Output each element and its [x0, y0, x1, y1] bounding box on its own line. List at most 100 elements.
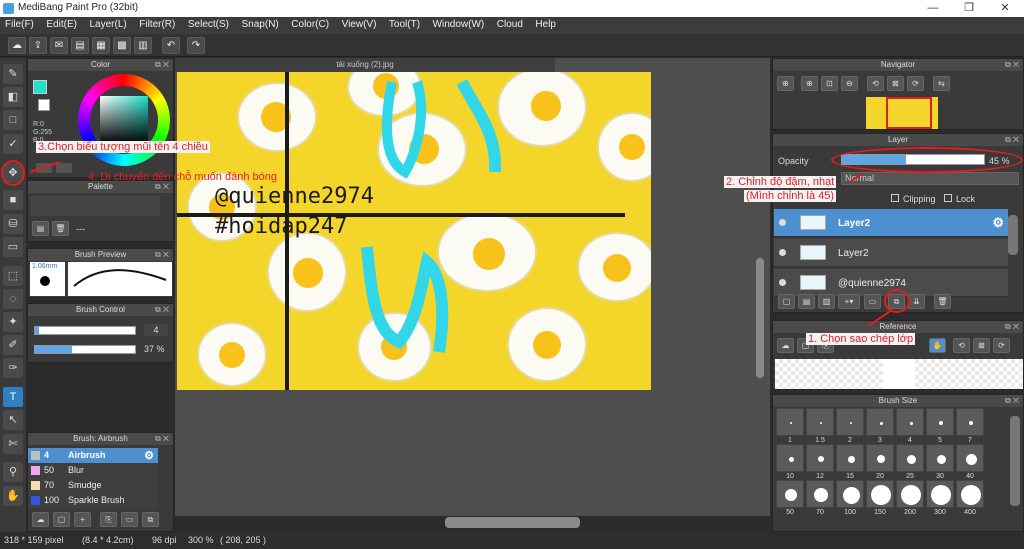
horizontal-scrollbar[interactable] — [445, 517, 580, 528]
document-image[interactable]: @quienne2974 #hoidap247 — [177, 72, 651, 390]
brush-size-cell[interactable] — [926, 444, 954, 472]
new-folder-icon[interactable]: ▭ — [864, 294, 881, 309]
brush-size-cell[interactable] — [836, 444, 864, 472]
zoom-reset-icon[interactable]: ⊡ — [821, 76, 838, 91]
menu-snap[interactable]: Snap(N) — [237, 17, 284, 32]
brush-size-cell[interactable] — [896, 480, 924, 508]
menu-help[interactable]: Help — [530, 17, 561, 32]
delete-layer-icon[interactable]: 🗑 — [934, 294, 951, 309]
clipping-checkbox[interactable] — [891, 194, 899, 202]
vertical-scrollbar[interactable] — [756, 258, 764, 378]
blend-mode-select[interactable]: Normal — [841, 172, 1019, 185]
brush-add-icon[interactable]: + — [74, 512, 91, 527]
text-tool-icon[interactable]: T — [3, 387, 23, 407]
brush-row[interactable]: 100 Sparkle Brush — [28, 493, 158, 508]
reference-rotate-right-icon[interactable]: ⟳ — [993, 338, 1010, 353]
cloud-icon[interactable]: ☁ — [8, 37, 26, 54]
menu-file[interactable]: File(F) — [0, 17, 39, 32]
menu-filter[interactable]: Filter(R) — [134, 17, 180, 32]
eyedropper-icon[interactable]: ⚲ — [3, 462, 23, 482]
zoom-out-icon[interactable]: ⊖ — [841, 76, 858, 91]
rotate-left-icon[interactable]: ⟲ — [867, 76, 884, 91]
brush-tool-icon[interactable]: ✎ — [3, 64, 23, 84]
brush-opacity-slider[interactable] — [34, 345, 136, 354]
zoom-in-icon[interactable]: ⊕ — [801, 76, 818, 91]
lasso-tool-icon[interactable]: ◌ — [3, 289, 23, 309]
upload-icon[interactable]: ⇪ — [29, 37, 47, 54]
eye-icon[interactable] — [779, 279, 786, 286]
color-swap-button[interactable] — [56, 163, 72, 173]
hand-tool-icon[interactable]: ✋ — [3, 486, 23, 506]
brush-size-cell[interactable] — [956, 444, 984, 472]
minimize-button[interactable]: — — [918, 1, 948, 16]
divide-tool-icon[interactable]: ✄ — [3, 434, 23, 454]
document-icon[interactable]: ▦ — [92, 37, 110, 54]
page-icon[interactable]: ▤ — [71, 37, 89, 54]
menu-layer[interactable]: Layer(L) — [84, 17, 131, 32]
dot-tool-icon[interactable]: ✓ — [3, 134, 23, 154]
layout-icon[interactable]: ▥ — [134, 37, 152, 54]
grid-icon[interactable]: ▩ — [113, 37, 131, 54]
brush-row[interactable]: 70 Smudge — [28, 478, 158, 493]
add-layer-menu-icon[interactable]: +▾ — [838, 294, 860, 309]
select-tool-icon[interactable]: ⬚ — [3, 266, 23, 286]
menu-window[interactable]: Window(W) — [428, 17, 490, 32]
reference-rotate-icon[interactable]: ⟲ — [953, 338, 970, 353]
gradient-tool-icon[interactable]: ▭ — [3, 237, 23, 257]
layer-row[interactable]: Layer2 ⚙ — [774, 209, 1008, 237]
brush-folder-icon[interactable]: ▭ — [121, 512, 138, 527]
undo-icon[interactable]: ↶ — [162, 37, 180, 54]
reference-hand-icon[interactable]: ✋ — [929, 338, 946, 353]
color-mode-button[interactable] — [36, 163, 52, 173]
palette-swatch-area[interactable] — [30, 196, 160, 216]
menu-view[interactable]: View(V) — [337, 17, 382, 32]
panel-buttons[interactable]: ⧉ ✕ — [155, 59, 169, 71]
select-eraser-icon[interactable]: ✑ — [3, 358, 23, 378]
brush-size-cell[interactable] — [776, 408, 804, 436]
menu-edit[interactable]: Edit(E) — [41, 17, 82, 32]
reference-fit-icon[interactable]: ⊠ — [973, 338, 990, 353]
brush-size-cell[interactable] — [956, 408, 984, 436]
brush-size-cell[interactable] — [836, 480, 864, 508]
operation-tool-icon[interactable]: ↖ — [3, 410, 23, 430]
magic-wand-icon[interactable]: ✦ — [3, 312, 23, 332]
gear-icon[interactable]: ⚙ — [144, 449, 154, 462]
rotate-right-icon[interactable]: ⟳ — [907, 76, 924, 91]
rotate-reset-icon[interactable]: ⊠ — [887, 76, 904, 91]
new-halftone-layer-icon[interactable]: ▤ — [798, 294, 815, 309]
brush-duplicate-icon[interactable]: ⧉ — [142, 512, 159, 527]
gear-icon[interactable]: ⚙ — [992, 215, 1004, 231]
document-tab[interactable]: tải xuống (2).jpg — [175, 58, 555, 72]
palette-delete-icon[interactable]: 🗑 — [52, 221, 69, 236]
brush-new-icon[interactable]: ▢ — [53, 512, 70, 527]
layer-row[interactable]: Layer2 — [774, 239, 1008, 267]
eye-icon[interactable] — [779, 219, 786, 226]
foreground-color-swatch[interactable] — [33, 80, 47, 94]
brush-size-cell[interactable] — [776, 444, 804, 472]
brush-size-cell[interactable] — [956, 480, 984, 508]
background-color-swatch[interactable] — [38, 99, 50, 111]
brush-copy-icon[interactable]: ⎘ — [100, 512, 117, 527]
brush-cloud-icon[interactable]: ☁ — [32, 512, 49, 527]
brush-size-cell[interactable] — [806, 408, 834, 436]
brush-size-cell[interactable] — [836, 408, 864, 436]
brush-size-cell[interactable] — [896, 408, 924, 436]
restore-button[interactable]: ❐ — [954, 1, 984, 16]
brush-size-cell[interactable] — [776, 480, 804, 508]
menu-color[interactable]: Color(C) — [286, 17, 334, 32]
redo-icon[interactable]: ↷ — [187, 37, 205, 54]
menu-select[interactable]: Select(S) — [183, 17, 234, 32]
brush-size-cell[interactable] — [806, 444, 834, 472]
reference-cloud-icon[interactable]: ☁ — [777, 338, 794, 353]
brush-size-cell[interactable] — [866, 480, 894, 508]
brush-size-value[interactable]: 4 — [144, 324, 168, 336]
bucket-tool-icon[interactable]: ⛁ — [3, 214, 23, 234]
menu-tool[interactable]: Tool(T) — [384, 17, 425, 32]
eye-icon[interactable] — [779, 249, 786, 256]
navigator-thumbnail[interactable] — [866, 97, 938, 129]
comment-icon[interactable]: ✉ — [50, 37, 68, 54]
flip-icon[interactable]: ⇆ — [933, 76, 950, 91]
menu-cloud[interactable]: Cloud — [492, 17, 528, 32]
brush-size-cell[interactable] — [806, 480, 834, 508]
color-square[interactable] — [100, 96, 148, 144]
